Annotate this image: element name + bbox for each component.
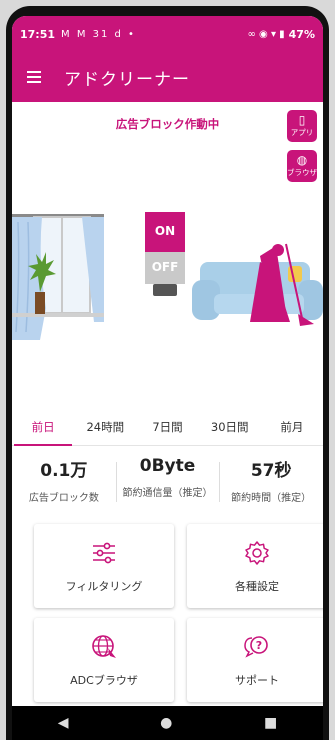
notification-icons: M M 31 d •: [61, 28, 136, 40]
hamburger-menu-icon[interactable]: [12, 52, 56, 102]
toggle-on-label: ON: [154, 224, 176, 238]
stat-value: 0.1万: [40, 461, 88, 481]
settings-button[interactable]: 各種設定: [187, 524, 323, 608]
battery-percent: 47%: [288, 27, 315, 41]
status-bar: 17:51 M M 31 d • ∞ ◉ ▾ ▮ 47%: [12, 16, 323, 52]
sofa-cleaner-illustration: [192, 243, 323, 326]
recents-icon[interactable]: ■: [264, 715, 277, 731]
stat-value: 0Byte: [139, 456, 196, 476]
filtering-button[interactable]: フィルタリング: [34, 524, 174, 608]
ad-block-toggle[interactable]: ON OFF: [145, 212, 185, 298]
hero-illustration-area: 広告ブロック作動中 ▯ アプリ ◍ ブラウザ ON OFF: [12, 102, 323, 402]
app-bar: アドクリーナー: [12, 52, 323, 102]
adc-browser-button[interactable]: ADCブラウザ: [34, 618, 174, 702]
period-tabs: 前日 24時間 7日間 30日間 前月: [12, 410, 323, 446]
card-label: 各種設定: [235, 580, 279, 593]
app-button-label: アプリ: [290, 128, 314, 137]
sliders-icon: [34, 540, 174, 566]
card-label: サポート: [235, 674, 279, 687]
browser-button-label: ブラウザ: [287, 168, 317, 177]
ad-block-status: 広告ブロック作動中: [115, 117, 220, 131]
support-button[interactable]: ? サポート: [187, 618, 323, 702]
gear-icon: [187, 540, 323, 566]
tab-previous-day[interactable]: 前日: [12, 410, 74, 446]
card-label: フィルタリング: [65, 580, 143, 593]
stat-value: 57秒: [250, 461, 292, 481]
stat-label: 節約通信量（推定）: [122, 488, 213, 499]
screen: 17:51 M M 31 d • ∞ ◉ ▾ ▮ 47% アドクリーナー 広告ブ…: [12, 16, 323, 740]
phone-icon: ▯: [298, 113, 306, 127]
phone-frame: 17:51 M M 31 d • ∞ ◉ ▾ ▮ 47% アドクリーナー 広告ブ…: [6, 6, 329, 740]
browser-mode-button[interactable]: ◍ ブラウザ: [287, 150, 317, 182]
tab-7-days[interactable]: 7日間: [136, 410, 198, 445]
stat-ads-blocked: 0.1万 広告ブロック数: [12, 452, 116, 512]
support-chat-icon: ?: [187, 634, 323, 660]
app-title: アドクリーナー: [64, 69, 190, 90]
stat-label: 広告ブロック数: [28, 493, 99, 504]
browser-globe-icon: [34, 634, 174, 660]
svg-text:?: ?: [256, 639, 262, 652]
tab-30-days[interactable]: 30日間: [199, 410, 261, 445]
tab-24-hours[interactable]: 24時間: [74, 410, 136, 445]
window-curtain-illustration: [12, 214, 104, 340]
system-navigation-bar: ◀ ● ■: [12, 706, 323, 740]
toggle-off-label: OFF: [151, 260, 179, 274]
globe-icon: ◍: [296, 153, 308, 167]
status-right-icons: ∞ ◉ ▾ ▮: [247, 28, 285, 40]
back-icon[interactable]: ◀: [58, 715, 69, 731]
status-time: 17:51: [20, 27, 56, 41]
tab-previous-month[interactable]: 前月: [261, 410, 323, 445]
home-icon[interactable]: ●: [160, 715, 172, 731]
stats-row: 0.1万 広告ブロック数 0Byte 節約通信量（推定） 57秒 節約時間（推定…: [12, 452, 323, 512]
stat-data-saved: 0Byte 節約通信量（推定）: [115, 452, 220, 512]
card-label: ADCブラウザ: [70, 674, 138, 687]
stat-time-saved: 57秒 節約時間（推定）: [219, 452, 323, 512]
stat-label: 節約時間（推定）: [231, 493, 312, 504]
app-mode-button[interactable]: ▯ アプリ: [287, 110, 317, 142]
